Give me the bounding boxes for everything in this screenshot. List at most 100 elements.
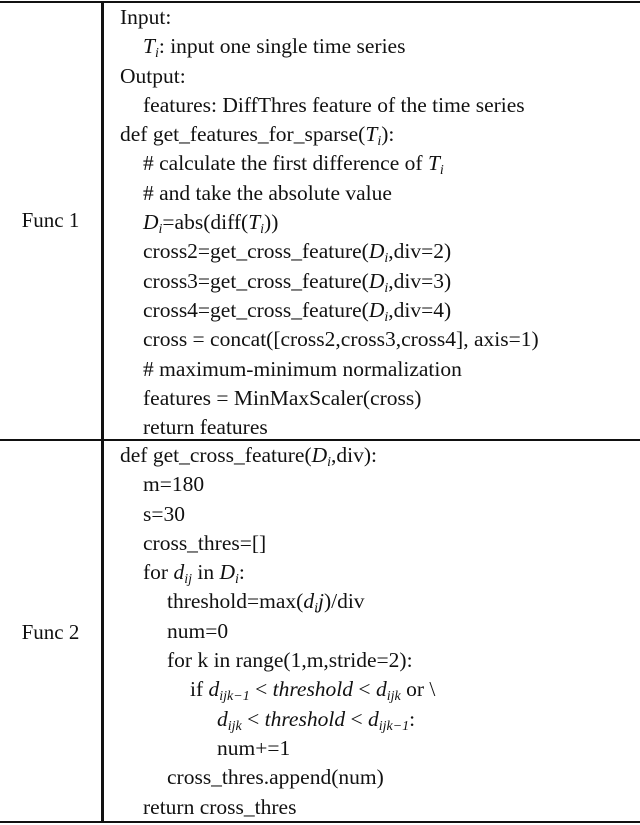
math-subscript: ijk−1 <box>219 689 250 705</box>
code-line: s=30 <box>120 500 435 529</box>
code-text: in <box>191 560 220 585</box>
code-text: Output: <box>120 63 186 88</box>
code-block-func-1: Input: Ti: input one single time series Ou… <box>120 3 539 442</box>
math-variable: di <box>303 589 318 616</box>
code-text: : input one single time series <box>158 34 406 59</box>
math-subscript: ijk−1 <box>378 718 410 734</box>
code-line: threshold=max(dij)/div <box>120 587 435 616</box>
math-symbol: threshold <box>264 706 346 731</box>
code-text: num=0 <box>167 618 229 643</box>
code-text: def get_features_for_sparse( <box>120 122 366 147</box>
code-text: cross_thres.append(num) <box>167 765 384 790</box>
code-text: < <box>353 677 376 702</box>
code-line: Input: <box>120 3 539 32</box>
code-text: features: DiffThres feature of the time … <box>143 92 525 117</box>
math-symbol: d <box>217 706 228 731</box>
math-symbol: d <box>208 677 220 702</box>
math-subscript: ij <box>184 572 192 588</box>
math-variable: dijk−1 <box>208 677 250 705</box>
code-text: : <box>238 560 245 585</box>
math-variable: Di <box>219 560 238 587</box>
math-subscript: i <box>439 163 444 179</box>
math-symbol: T <box>427 151 440 176</box>
math-variable: dijk <box>217 706 242 734</box>
code-text: # maximum-minimum normalization <box>143 356 462 381</box>
math-variable: Di <box>311 443 331 470</box>
code-text: or \ <box>400 677 436 702</box>
code-line: m=180 <box>120 470 435 499</box>
code-text: return features <box>143 415 268 440</box>
code-text: features = MinMaxScaler(cross) <box>143 385 422 410</box>
math-symbol: threshold <box>272 677 354 702</box>
code-line: Ti: input one single time series <box>120 32 539 61</box>
code-line: cross3=get_cross_feature(Di,div=3) <box>120 267 539 296</box>
code-text: : <box>409 706 416 731</box>
math-symbol: T <box>143 34 155 59</box>
code-line: dijk < threshold < dijk−1: <box>120 705 435 734</box>
math-variable: Di <box>369 239 388 266</box>
code-text: cross = concat([cross2,cross3,cross4], a… <box>143 327 539 352</box>
code-text: def get_cross_feature( <box>120 443 312 467</box>
math-symbol: D <box>143 210 159 235</box>
code-line: return features <box>120 413 539 442</box>
code-text: cross_thres=[] <box>143 530 267 555</box>
code-line: cross4=get_cross_feature(Di,div=4) <box>120 296 539 325</box>
code-text: Input: <box>120 5 172 29</box>
code-line: def get_cross_feature(Di,div): <box>120 441 435 470</box>
code-text: ): <box>381 122 395 147</box>
math-variable: Ti <box>365 122 381 149</box>
math-symbol: D <box>311 443 328 467</box>
code-text: cross4=get_cross_feature( <box>143 297 369 322</box>
code-text: cross3=get_cross_feature( <box>143 268 369 293</box>
math-symbol: d <box>173 560 185 585</box>
code-text: )/div <box>323 589 365 614</box>
math-symbol: T <box>365 122 378 147</box>
code-text: ,div): <box>331 443 378 467</box>
code-text: m=180 <box>143 472 205 497</box>
code-line: # and take the absolute value <box>120 179 539 208</box>
code-block-func-2: def get_cross_feature(Di,div): m=180 s=30 c… <box>120 441 435 822</box>
code-line: def get_features_for_sparse(Ti): <box>120 120 539 149</box>
math-variable: dijk <box>375 677 401 705</box>
math-symbol: D <box>368 268 385 293</box>
code-text: for <box>143 560 174 585</box>
math-variable: Di <box>143 210 162 237</box>
code-line: # maximum-minimum normalization <box>120 355 539 384</box>
code-text: ,div=4) <box>388 297 452 322</box>
math-subscript: ijk <box>386 689 401 705</box>
math-symbol: d <box>375 677 387 702</box>
math-symbol: D <box>368 297 385 322</box>
math-variable: threshold <box>265 707 345 731</box>
code-text: < <box>241 706 265 731</box>
code-text: < <box>249 677 273 702</box>
code-text: # calculate the first difference of <box>143 151 428 176</box>
code-text: =abs(diff( <box>162 210 249 235</box>
code-line: cross_thres=[] <box>120 529 435 558</box>
math-variable: Ti <box>427 151 444 179</box>
code-text: ,div=2) <box>388 239 452 264</box>
math-symbol: T <box>248 210 261 235</box>
code-line: num=0 <box>120 617 435 646</box>
algorithm-table: Func 1 Input: Ti: input one single time s… <box>0 0 640 825</box>
code-text: s=30 <box>143 501 185 526</box>
code-line: cross = concat([cross2,cross3,cross4], a… <box>120 325 539 354</box>
math-variable: dij <box>173 560 192 588</box>
code-text: if <box>190 677 209 702</box>
code-text: cross2=get_cross_feature( <box>143 239 369 264</box>
code-line: for dij in Di: <box>120 558 435 587</box>
code-line: num+=1 <box>120 734 435 763</box>
math-variable: dijk−1 <box>368 707 410 734</box>
code-text: num+=1 <box>217 735 291 760</box>
math-symbol: D <box>219 560 235 585</box>
code-line: Di=abs(diff(Ti)) <box>120 208 539 237</box>
math-symbol: d <box>303 589 315 614</box>
code-line: for k in range(1,m,stride=2): <box>120 646 435 675</box>
code-line: features = MinMaxScaler(cross) <box>120 384 539 413</box>
code-text: return cross_thres <box>143 794 297 819</box>
code-line: if dijk−1 < threshold < dijk or \ <box>120 675 435 704</box>
math-variable: Ti <box>248 210 264 237</box>
math-variable: Di <box>368 268 388 296</box>
code-text: )) <box>264 210 279 235</box>
code-line: cross_thres.append(num) <box>120 763 435 792</box>
code-line: Output: <box>120 62 539 91</box>
